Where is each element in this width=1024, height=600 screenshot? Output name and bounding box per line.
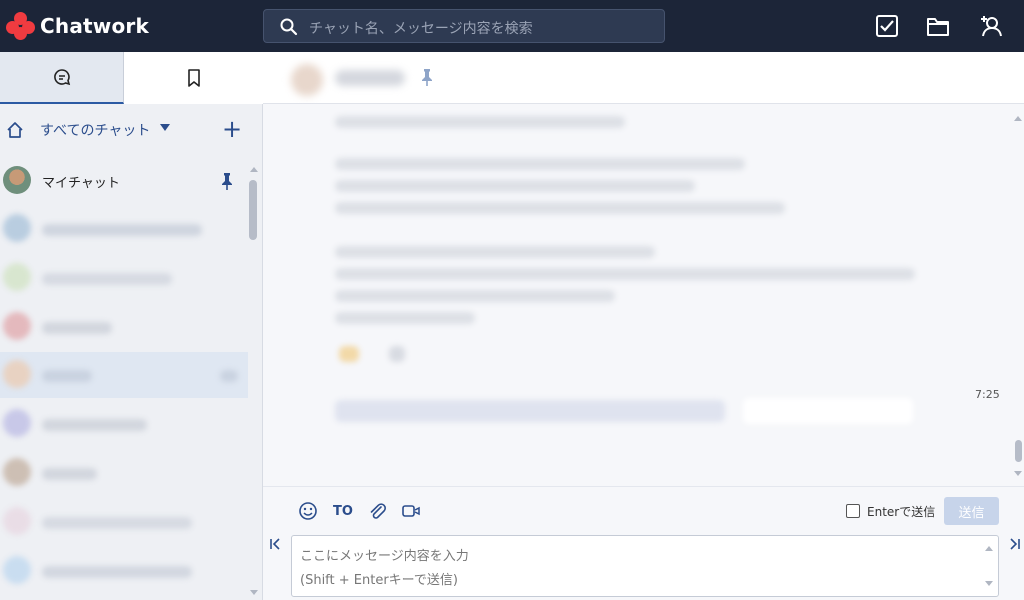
avatar [3,360,31,388]
blurred-message-line [335,246,655,258]
video-call-icon[interactable] [401,501,421,521]
room-item-mychat[interactable]: マイチャット [0,158,248,204]
blurred-room-name [42,566,192,578]
scroll-down-icon[interactable] [984,580,994,588]
room-item-selected[interactable] [0,352,248,398]
blurred-room-name [42,517,192,529]
paperclip-icon[interactable] [367,501,387,521]
enter-send-checkbox[interactable] [846,504,860,518]
send-button[interactable]: 送信 [944,497,999,525]
avatar [3,214,31,242]
chat-header [263,52,1024,104]
blurred-room-name [42,370,92,382]
message-placeholder-line2: (Shift + Enterキーで送信) [300,573,458,588]
app-name: Chatwork [40,14,149,38]
room-item[interactable] [0,499,248,545]
blurred-message-line [335,116,625,128]
blurred-attachment [743,398,913,424]
message-placeholder-line1: ここにメッセージ内容を入力 [300,549,469,564]
blurred-reaction [339,346,359,362]
chatwork-logo[interactable]: Chatwork [6,12,149,40]
folder-icon[interactable] [925,13,951,39]
avatar [3,458,31,486]
scroll-up-icon[interactable] [984,544,994,552]
search-box[interactable]: チャット名、メッセージ内容を検索 [263,9,665,43]
blurred-badge [220,370,238,382]
avatar [3,556,31,584]
tab-chats[interactable] [0,52,124,104]
room-avatar [291,64,323,96]
blurred-message-line [335,290,615,302]
blurred-reaction [389,346,405,362]
room-item[interactable] [0,304,248,350]
bookmark-icon [187,69,200,87]
room-name: マイチャット [42,176,120,191]
scroll-down-icon[interactable] [249,589,259,597]
blurred-link [335,400,725,422]
avatar [3,312,31,340]
blurred-room-name [42,322,112,334]
scroll-down-icon[interactable] [1013,470,1023,478]
message-composer: TO Enterで送信 送信 ここにメッセージ内容を入力 (Shift + En… [263,486,1024,600]
avatar [3,507,31,535]
room-item[interactable] [0,206,248,252]
chat-bubble-icon [53,69,70,86]
scroll-up-icon[interactable] [1013,114,1023,122]
add-contact-icon[interactable] [977,13,1003,39]
avatar [3,263,31,291]
pin-icon[interactable] [421,68,433,86]
room-item[interactable] [0,450,248,496]
chatwork-logo-icon [6,12,36,40]
blurred-message-line [335,268,915,280]
blurred-message-line [335,202,785,214]
blurred-message-line [335,158,745,170]
blurred-room-name [42,419,147,431]
chat-sidebar: すべてのチャット + マイチャット [0,52,263,600]
enter-send-label: Enterで送信 [867,505,936,519]
sidebar-tabs [0,52,263,104]
all-chats-label: すべてのチャット [40,123,151,139]
room-item[interactable] [0,548,248,594]
search-icon [280,18,298,36]
chevron-down-icon[interactable] [160,124,170,131]
blurred-message-line [335,312,475,324]
avatar [3,409,31,437]
message-time: 7:25 [975,388,1000,401]
scroll-up-icon[interactable] [249,165,259,173]
room-title [335,70,405,86]
blurred-room-name [42,273,172,285]
top-bar: Chatwork チャット名、メッセージ内容を検索 [0,0,1024,52]
to-button[interactable]: TO [333,504,353,519]
avatar [3,166,31,194]
tab-bookmarks[interactable] [124,52,263,104]
blurred-message-line [335,180,695,192]
timeline-scrollbar[interactable] [1015,440,1022,462]
search-placeholder: チャット名、メッセージ内容を検索 [309,21,533,37]
message-timeline: 7:25 [263,104,1024,486]
collapse-left-icon[interactable] [269,537,283,551]
blurred-room-name [42,468,97,480]
pin-icon[interactable] [220,172,234,190]
blurred-room-name [42,224,202,236]
room-item[interactable] [0,255,248,301]
all-chats-filter[interactable]: すべてのチャット + [0,115,263,145]
add-chat-button[interactable]: + [222,117,242,141]
home-icon [7,122,23,138]
message-input[interactable]: ここにメッセージ内容を入力 (Shift + Enterキーで送信) [291,535,999,597]
room-item[interactable] [0,401,248,447]
task-icon[interactable] [874,13,900,39]
sidebar-scrollbar[interactable] [249,180,257,240]
collapse-right-icon[interactable] [1007,537,1021,551]
emoji-icon[interactable] [298,501,318,521]
